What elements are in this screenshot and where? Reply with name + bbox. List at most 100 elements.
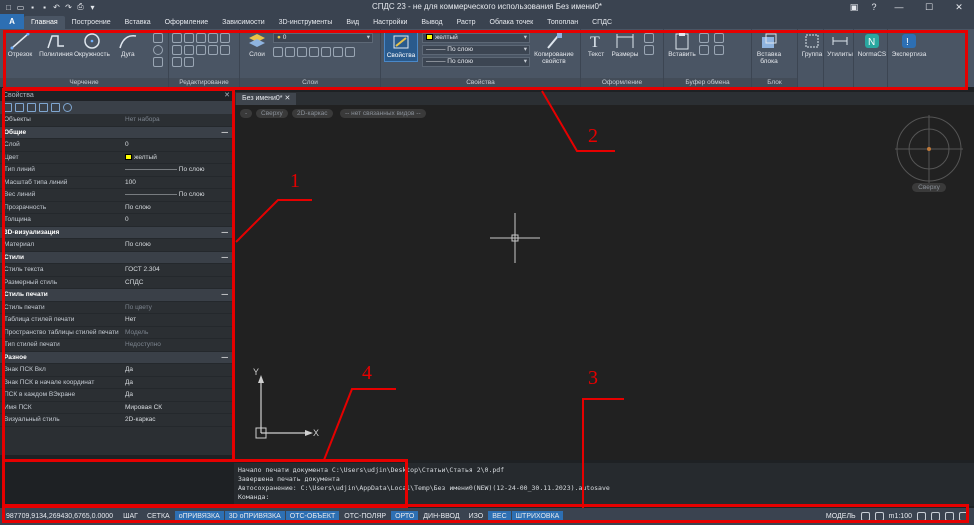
collapse-icon[interactable]: — <box>222 254 234 261</box>
property-row[interactable]: Вес линий ———————— По слою <box>0 189 233 202</box>
property-row[interactable]: Слой 0 <box>0 139 233 152</box>
ribbon-tab[interactable]: СПДС <box>585 16 619 29</box>
status-toggle[interactable]: СЕТКА <box>143 511 174 522</box>
property-category[interactable]: Стили — <box>0 251 234 264</box>
property-row[interactable]: Размерный стиль СПДС <box>0 277 233 289</box>
document-tab[interactable]: Без имени0* ✕ <box>236 93 297 105</box>
layer-tool-7-icon[interactable] <box>344 47 355 57</box>
pan-icon[interactable] <box>917 512 926 521</box>
utilities-button[interactable]: Утилиты <box>827 31 853 58</box>
ribbon-tab[interactable]: Вид <box>339 16 366 29</box>
fillet-icon[interactable] <box>184 45 194 55</box>
maximize-icon[interactable]: ☐ <box>914 0 944 14</box>
color-dropdown[interactable]: желтый <box>421 33 530 43</box>
leader-icon[interactable] <box>643 33 654 43</box>
group-button[interactable]: Группа <box>801 31 823 58</box>
scale-icon[interactable] <box>220 45 230 55</box>
property-category[interactable]: Разное — <box>0 351 233 364</box>
ribbon-tab[interactable]: Растр <box>450 16 483 29</box>
property-row[interactable]: Материал По слою <box>0 239 233 252</box>
linetype-dropdown[interactable]: ——— По слою <box>421 45 530 55</box>
erase-icon[interactable] <box>208 33 218 43</box>
property-row[interactable]: Пространство таблицы стилей печати Модель <box>0 327 233 339</box>
arc-button[interactable]: Дуга <box>111 31 145 58</box>
expertise-button[interactable]: ! Экспертиза <box>891 31 927 58</box>
line-button[interactable]: Отрезок <box>3 31 37 58</box>
minimize-icon[interactable]: — <box>884 0 914 14</box>
layer-tool-6-icon[interactable] <box>332 47 343 57</box>
ribbon-tab[interactable]: Главная <box>24 16 65 29</box>
help-icon[interactable]: ? <box>864 0 884 14</box>
compass-view-label[interactable]: Сверху <box>912 183 946 192</box>
layout-icon[interactable] <box>860 512 870 521</box>
property-value[interactable]: Недоступно <box>121 341 233 348</box>
command-window[interactable]: Начало печати документа C:\Users\udjin\D… <box>234 463 974 506</box>
ribbon-tab[interactable]: Облака точек <box>483 16 541 29</box>
property-value[interactable]: 100 <box>121 179 233 186</box>
zoom-icon[interactable] <box>931 512 940 521</box>
property-value[interactable]: Да <box>121 366 233 373</box>
quick-select-icon[interactable] <box>15 103 24 112</box>
drawing-canvas[interactable]: - Сверху 2D-каркас -- нет связанных видо… <box>234 105 974 460</box>
property-value[interactable]: ———————— По слою <box>121 191 233 198</box>
ellipse-icon[interactable] <box>153 45 163 55</box>
tab-close-icon[interactable]: ✕ <box>284 95 290 102</box>
property-category[interactable]: Общие — <box>0 126 233 139</box>
property-value[interactable]: Да <box>121 391 233 398</box>
property-row[interactable]: Цвет желтый <box>0 152 233 164</box>
panel-modify-name[interactable]: Редактирование <box>169 78 239 87</box>
property-value[interactable]: По цвету <box>121 304 233 311</box>
property-row[interactable]: Знак ПСК в начале координат Да <box>0 377 233 389</box>
property-value[interactable]: 0 <box>121 216 233 223</box>
layer-tool-1-icon[interactable] <box>272 47 283 57</box>
copy-clip-icon[interactable] <box>713 33 724 43</box>
status-toggle[interactable]: ОТС-ПОЛЯР <box>340 511 390 522</box>
property-row[interactable]: Знак ПСК Вкл Да <box>0 364 233 377</box>
table-icon[interactable] <box>643 45 654 55</box>
layer-tool-2-icon[interactable] <box>284 47 295 57</box>
layer-tool-5-icon[interactable] <box>320 47 331 57</box>
copy-icon[interactable] <box>220 33 230 43</box>
ribbon-tab[interactable]: Зависимости <box>215 16 271 29</box>
property-row[interactable]: Тип стилей печати Недоступно <box>0 339 233 352</box>
panel-properties-name[interactable]: Свойства <box>381 78 580 87</box>
property-value[interactable]: Модель <box>121 329 233 336</box>
open-file-icon[interactable]: ▭ <box>16 3 25 12</box>
settings-icon[interactable] <box>959 512 968 521</box>
copy-properties-button[interactable]: Копирование свойств <box>532 31 576 65</box>
property-value[interactable]: Нет набора <box>121 116 233 123</box>
hatch-icon[interactable] <box>153 57 163 67</box>
stretch-icon[interactable] <box>208 45 218 55</box>
property-row[interactable]: Объекты Нет набора <box>0 114 233 127</box>
panel-layers-name[interactable]: Слои <box>240 78 380 87</box>
insert-block-button[interactable]: Вставка блока <box>755 31 783 65</box>
select-objects-icon[interactable] <box>3 103 12 112</box>
ribbon-tab[interactable]: Оформление <box>158 16 215 29</box>
status-toggle[interactable]: ВЕС <box>488 511 511 522</box>
save-as-icon[interactable]: ▪ <box>40 3 49 12</box>
layers-button[interactable]: Слои <box>243 31 271 58</box>
property-row[interactable]: Стиль печати По цвету <box>0 302 233 314</box>
property-row[interactable]: Таблица стилей печати Нет <box>0 314 233 327</box>
cut-icon[interactable] <box>698 33 709 43</box>
property-row[interactable]: Имя ПСК Мировая СК <box>0 402 233 414</box>
filter-icon[interactable] <box>39 103 48 112</box>
text-button[interactable]: T Текст <box>584 31 608 58</box>
panel-annotation-name[interactable]: Оформление <box>581 78 663 87</box>
property-value[interactable]: 0 <box>121 141 233 148</box>
dimensions-button[interactable]: Размеры <box>610 31 640 58</box>
property-row[interactable]: Тип линий ———————— По слою <box>0 164 233 177</box>
property-value[interactable]: 2D-каркас <box>121 416 233 423</box>
panel-block-name[interactable]: Блок <box>752 78 797 87</box>
property-value[interactable]: желтый <box>121 154 233 161</box>
property-row[interactable]: Масштаб типа линий 100 <box>0 177 233 189</box>
qa-dropdown-icon[interactable]: ▾ <box>88 3 97 12</box>
status-toggle[interactable]: ДИН-ВВОД <box>419 511 463 522</box>
status-toggle[interactable]: ИЗО <box>465 511 488 522</box>
property-value[interactable]: ———————— По слою <box>121 166 233 173</box>
rectangle-icon[interactable] <box>153 33 163 43</box>
move-icon[interactable] <box>172 33 182 43</box>
ribbon-tab[interactable]: Построение <box>65 16 118 29</box>
mirror-icon[interactable] <box>172 45 182 55</box>
status-toggle[interactable]: оПРИВЯЗКА <box>174 511 224 522</box>
